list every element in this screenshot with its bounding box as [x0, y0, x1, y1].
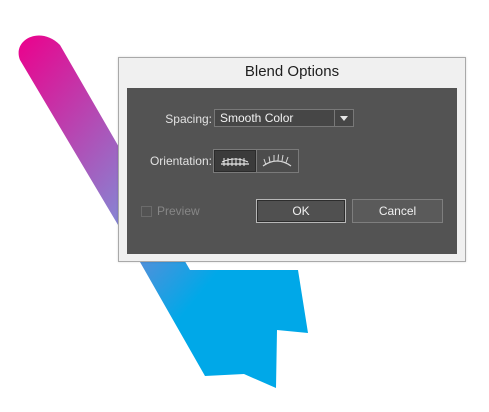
dialog-body: Spacing: Smooth Color Orientation: Previ…: [127, 88, 457, 254]
chevron-down-icon[interactable]: [340, 116, 348, 121]
cancel-button[interactable]: Cancel: [352, 199, 443, 223]
preview-label: Preview: [157, 204, 200, 218]
align-to-path-icon: [262, 154, 292, 167]
orientation-toggle-group: [213, 149, 299, 173]
dialog-title: Blend Options: [244, 63, 340, 80]
preview-checkbox[interactable]: [141, 205, 152, 217]
blend-options-dialog: Blend Options Spacing: Smooth Color Orie…: [118, 57, 466, 262]
align-to-page-button[interactable]: [214, 150, 256, 172]
preview-checkbox-row: Preview: [141, 204, 200, 218]
ok-button[interactable]: OK: [256, 199, 346, 223]
select-divider: [334, 110, 335, 126]
align-to-page-icon: [220, 158, 249, 166]
spacing-label: Spacing:: [165, 112, 212, 126]
illustrator-canvas: Blend Options Spacing: Smooth Color Orie…: [0, 0, 489, 412]
align-to-path-button[interactable]: [255, 150, 298, 172]
orientation-label: Orientation:: [149, 154, 212, 168]
spacing-select[interactable]: Smooth Color: [214, 109, 354, 127]
spacing-select-value: Smooth Color: [220, 111, 294, 125]
